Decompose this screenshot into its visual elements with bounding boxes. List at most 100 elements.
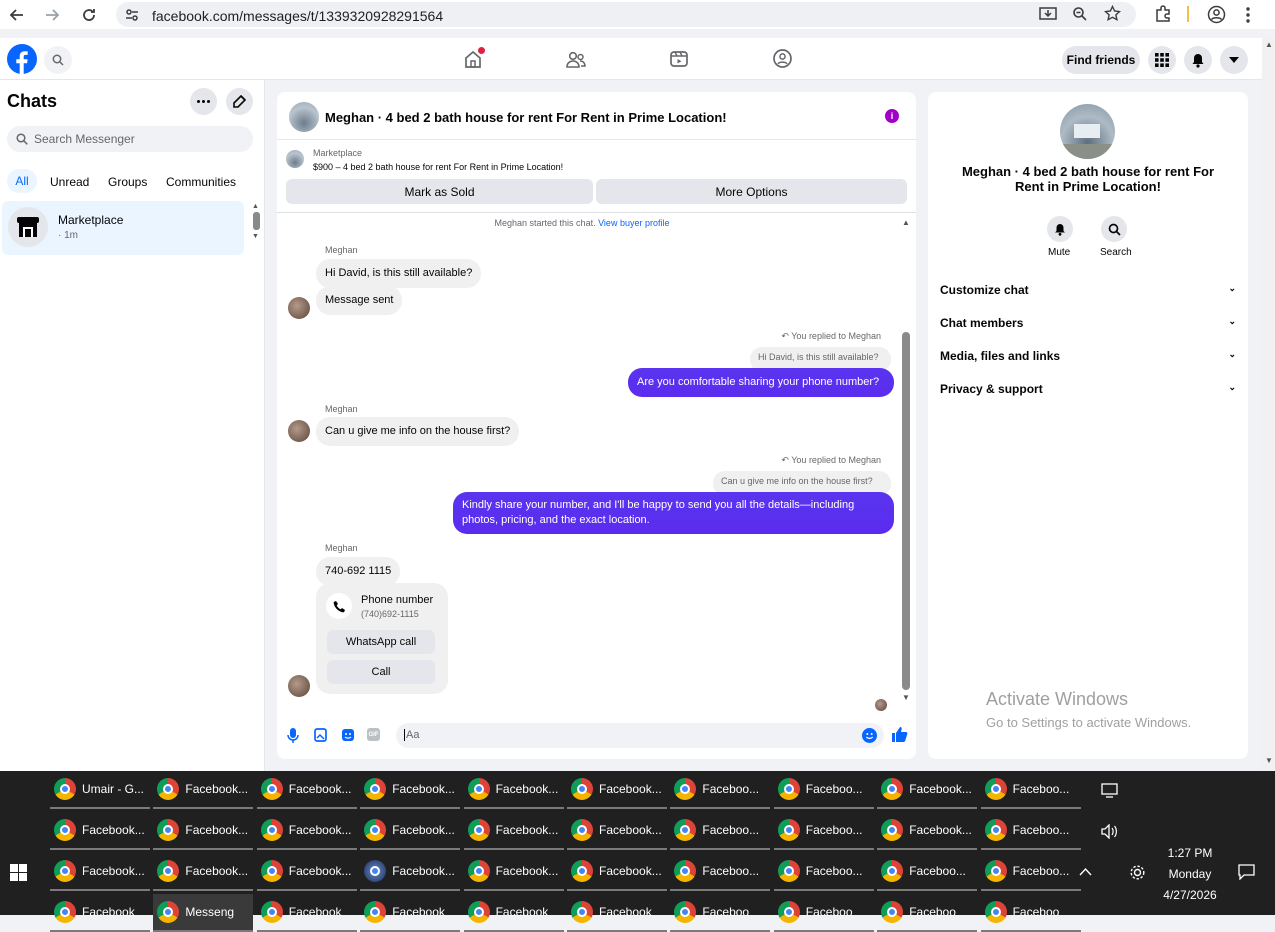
taskbar-button[interactable]: Facebook... xyxy=(360,771,461,809)
taskbar-button[interactable]: Umair - G... xyxy=(50,771,150,809)
sticker-icon[interactable] xyxy=(341,728,355,745)
conversation-title[interactable]: Meghan · 4 bed 2 bath house for rent For… xyxy=(325,110,727,125)
taskbar-button[interactable]: Faceboo... xyxy=(980,771,1081,809)
outgoing-message[interactable]: Are you comfortable sharing your phone n… xyxy=(628,368,894,397)
taskbar-button[interactable]: Facebook... xyxy=(256,853,357,891)
account-chevron-icon[interactable] xyxy=(1220,46,1248,74)
taskbar-button[interactable]: Facebook... xyxy=(50,812,150,850)
taskbar-button[interactable]: Facebook... xyxy=(463,853,564,891)
taskbar-button[interactable]: Faceboo... xyxy=(670,771,771,809)
sender-avatar[interactable] xyxy=(288,675,310,697)
chat-list-scrollbar[interactable]: ▲ ▼ xyxy=(252,203,261,255)
notifications-bell-icon[interactable] xyxy=(1184,46,1212,74)
taskbar-button[interactable]: Facebook xyxy=(463,894,564,932)
new-message-icon[interactable] xyxy=(226,88,253,115)
media-files-row[interactable]: Media, files and links ⌄ xyxy=(940,349,1236,363)
taskbar-button[interactable]: Facebook xyxy=(50,894,150,932)
taskbar-button[interactable]: Facebook... xyxy=(877,812,978,850)
home-icon[interactable] xyxy=(463,47,485,72)
video-icon[interactable] xyxy=(669,49,689,72)
search-conversation-icon[interactable] xyxy=(1101,216,1127,242)
taskbar-button[interactable]: Facebook... xyxy=(153,812,254,850)
menu-grid-icon[interactable] xyxy=(1148,46,1176,74)
extensions-icon[interactable] xyxy=(1154,5,1172,26)
url-text[interactable]: facebook.com/messages/t/1339320928291564 xyxy=(152,8,443,24)
view-buyer-profile-link[interactable]: View buyer profile xyxy=(598,218,669,228)
photo-icon[interactable] xyxy=(314,728,327,745)
groups-icon[interactable] xyxy=(772,48,793,72)
taskbar-button[interactable]: Facebook xyxy=(256,894,357,932)
chat-members-row[interactable]: Chat members ⌄ xyxy=(940,316,1236,330)
listing-thumbnail[interactable] xyxy=(286,150,304,168)
page-scrollbar[interactable]: ▲ ▼ xyxy=(1262,38,1275,771)
taskbar-button[interactable]: Faceboo xyxy=(773,894,874,932)
taskbar-button[interactable]: Faceboo xyxy=(877,894,978,932)
listing-avatar[interactable] xyxy=(289,102,319,132)
sender-avatar[interactable] xyxy=(288,420,310,442)
browser-menu-icon[interactable] xyxy=(1245,6,1251,27)
customize-chat-row[interactable]: Customize chat ⌄ xyxy=(940,283,1236,297)
taskbar-button[interactable]: Faceboo... xyxy=(773,771,874,809)
taskbar-button[interactable]: Facebook... xyxy=(463,812,564,850)
taskbar-button[interactable]: Facebook... xyxy=(50,853,150,891)
taskbar-button[interactable]: Faceboo... xyxy=(980,812,1081,850)
more-options-button[interactable]: More Options xyxy=(596,179,907,204)
taskbar-button[interactable]: Facebook... xyxy=(463,771,564,809)
taskbar-button[interactable]: Faceboo... xyxy=(670,812,771,850)
privacy-support-row[interactable]: Privacy & support ⌄ xyxy=(940,382,1236,396)
address-bar[interactable]: facebook.com/messages/t/1339320928291564 xyxy=(116,2,1136,27)
listing-description[interactable]: $900 – 4 bed 2 bath house for rent For R… xyxy=(313,162,563,172)
filter-all-tab[interactable]: All xyxy=(7,169,37,193)
reload-icon[interactable] xyxy=(79,5,99,25)
taskbar-button[interactable]: Facebook... xyxy=(877,771,978,809)
filter-unread-tab[interactable]: Unread xyxy=(50,175,89,189)
emoji-icon[interactable] xyxy=(862,728,877,743)
message-input[interactable]: Aa xyxy=(396,723,884,748)
back-icon[interactable] xyxy=(7,5,27,25)
taskbar-button[interactable]: Facebook xyxy=(567,894,667,932)
taskbar-button[interactable]: Facebook... xyxy=(567,771,667,809)
bookmark-star-icon[interactable] xyxy=(1103,4,1122,25)
microphone-icon[interactable] xyxy=(287,728,299,746)
chat-list-item-marketplace[interactable]: Marketplace · 1m xyxy=(2,201,244,255)
like-thumb-icon[interactable] xyxy=(891,726,908,746)
friends-icon[interactable] xyxy=(565,50,587,73)
taskbar-button[interactable]: Facebook xyxy=(360,894,461,932)
taskbar-button[interactable]: Facebook... xyxy=(153,771,254,809)
gif-icon[interactable]: GIF xyxy=(367,728,380,741)
incoming-message[interactable]: Message sent xyxy=(316,286,403,315)
taskbar-button[interactable]: Faceboo... xyxy=(773,812,874,850)
search-messenger-input[interactable]: Search Messenger xyxy=(7,126,253,152)
site-settings-icon[interactable] xyxy=(124,7,140,26)
taskbar-button[interactable]: Facebook... xyxy=(567,812,667,850)
volume-icon[interactable] xyxy=(1101,823,1118,842)
mark-as-sold-button[interactable]: Mark as Sold xyxy=(286,179,593,204)
taskbar-button[interactable]: Faceboo xyxy=(670,894,771,932)
filter-groups-tab[interactable]: Groups xyxy=(108,175,147,189)
taskbar-button[interactable]: Facebook... xyxy=(360,812,461,850)
taskbar-button[interactable]: Facebook... xyxy=(256,812,357,850)
profile-icon[interactable] xyxy=(1207,5,1226,27)
taskbar-button[interactable]: Faceboo... xyxy=(877,853,978,891)
taskbar-button[interactable]: Faceboo xyxy=(980,894,1081,932)
settings-gear-icon[interactable] xyxy=(1129,864,1146,884)
call-button[interactable]: Call xyxy=(327,660,435,684)
display-icon[interactable] xyxy=(1101,783,1118,801)
outgoing-message[interactable]: Kindly share your number, and I'll be ha… xyxy=(453,492,894,534)
facebook-logo-icon[interactable] xyxy=(7,44,37,77)
find-friends-button[interactable]: Find friends xyxy=(1062,46,1140,74)
info-icon[interactable]: i xyxy=(885,109,899,123)
mute-bell-icon[interactable] xyxy=(1047,216,1073,242)
taskbar-button[interactable]: Facebook... xyxy=(256,771,357,809)
clock[interactable]: 1:27 PM Monday 4/27/2026 xyxy=(1150,843,1230,906)
taskbar-button[interactable]: Facebook... xyxy=(567,853,667,891)
whatsapp-call-button[interactable]: WhatsApp call xyxy=(327,630,435,654)
incoming-message[interactable]: 740-692 1115 xyxy=(316,557,401,586)
zoom-icon[interactable] xyxy=(1072,6,1088,25)
taskbar-button[interactable]: Faceboo... xyxy=(980,853,1081,891)
notifications-center-icon[interactable] xyxy=(1238,864,1255,883)
taskbar-button[interactable]: Faceboo... xyxy=(773,853,874,891)
show-hidden-icons-chevron-icon[interactable] xyxy=(1079,865,1092,879)
windows-start-icon[interactable] xyxy=(10,864,27,884)
incoming-message[interactable]: Hi David, is this still available? xyxy=(316,259,482,288)
